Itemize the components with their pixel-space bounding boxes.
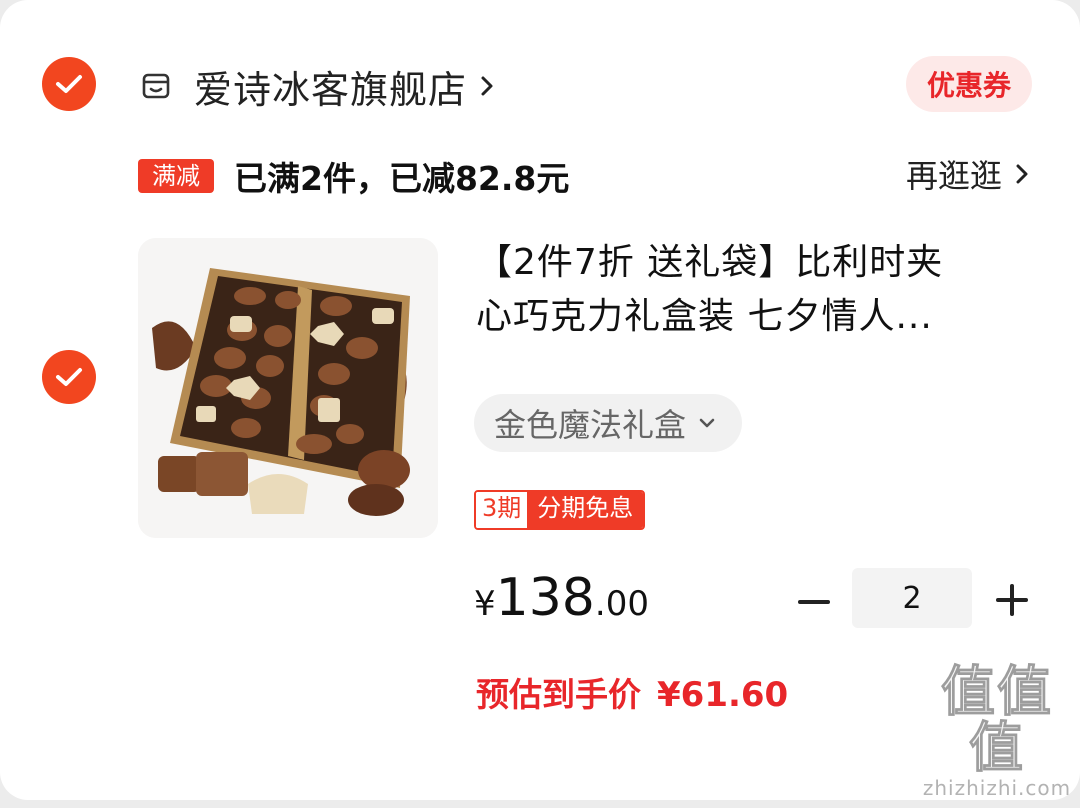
item-select-checkbox[interactable] (42, 350, 96, 404)
shop-header[interactable]: 爱诗冰客旗舰店 (140, 58, 495, 114)
checkmark-icon (56, 75, 82, 93)
watermark-site: zhizhizhi.com (922, 776, 1072, 800)
estimated-price: 预估到手价 ¥61.60 (476, 668, 788, 716)
product-title[interactable]: 【2件7折 送礼袋】比利时夹 心巧克力礼盒装 七夕情人... (476, 236, 1016, 344)
checkmark-icon (56, 368, 82, 386)
quantity-decrease-button[interactable] (792, 580, 836, 624)
price-decimal: .00 (594, 584, 649, 624)
unit-price: ¥ 138 .00 (474, 568, 649, 628)
product-title-line2: 心巧克力礼盒装 七夕情人... (476, 296, 933, 337)
chocolate-box-image (138, 238, 438, 538)
price-integer: 138 (495, 568, 595, 628)
chevron-right-icon (481, 76, 493, 96)
installment-label: 分期免息 (527, 492, 644, 528)
estimate-value: ¥61.60 (657, 675, 789, 715)
chevron-down-icon (699, 418, 715, 428)
plus-icon (996, 584, 1028, 616)
watermark-logo: 值值值 (941, 660, 1053, 779)
installment-periods: 3期 (476, 492, 528, 528)
watermark: 值值值 zhizhizhi.com (922, 660, 1072, 800)
quantity-input[interactable]: 2 (852, 568, 972, 628)
promo-text: 已满2件，已减82.8元 (234, 159, 570, 198)
shop-select-checkbox[interactable] (42, 57, 96, 111)
shop-name[interactable]: 爱诗冰客旗舰店 (194, 59, 467, 114)
price-currency: ¥ (474, 584, 496, 624)
chevron-right-icon (1016, 164, 1028, 184)
promo-banner: 满减 已满2件，已减82.8元 (138, 156, 569, 198)
browse-more-link[interactable]: 再逛逛 (906, 152, 1030, 196)
estimate-label: 预估到手价 (476, 675, 641, 714)
variant-selector[interactable]: 金色魔法礼盒 (474, 394, 743, 452)
product-title-line1: 【2件7折 送礼袋】比利时夹 (476, 242, 944, 283)
variant-label: 金色魔法礼盒 (494, 406, 687, 444)
installment-badge: 3期 分期免息 (474, 490, 646, 530)
minus-icon (798, 600, 830, 604)
quantity-increase-button[interactable] (990, 578, 1034, 622)
promo-tag: 满减 (138, 159, 214, 193)
browse-more-label: 再逛逛 (905, 157, 1002, 195)
coupon-button[interactable]: 优惠券 (906, 56, 1032, 112)
product-image[interactable] (138, 238, 438, 538)
store-icon (142, 73, 170, 99)
cart-item-card: 爱诗冰客旗舰店 优惠券 满减 已满2件，已减82.8元 再逛逛 【2件7折 送礼… (0, 0, 1080, 800)
